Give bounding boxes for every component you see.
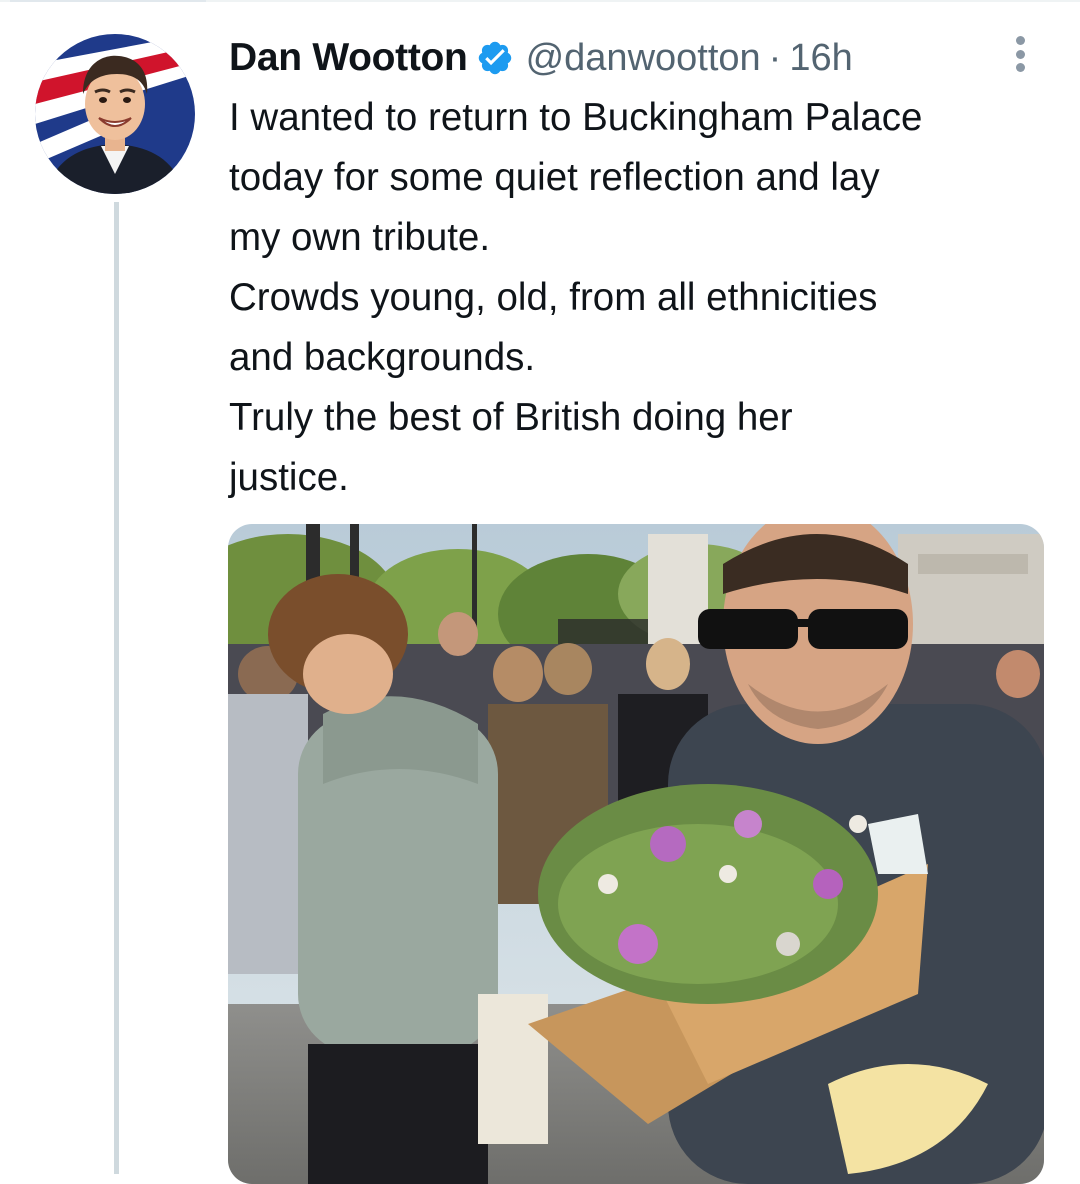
tweet-text: I wanted to return to Buckingham Palace … (229, 88, 1059, 508)
author-display-name[interactable]: Dan Wootton (229, 36, 468, 80)
tweet-text-line: today for some quiet reflection and lay (229, 156, 880, 199)
author-handle[interactable]: @danwootton (526, 37, 761, 80)
avatar-image (35, 34, 195, 194)
more-dot (1015, 63, 1025, 72)
verified-badge-icon (476, 39, 514, 77)
separator-dot: · (768, 36, 782, 79)
top-divider-accent (10, 0, 206, 2)
tweet-text-line: Truly the best of British doing her (229, 396, 793, 439)
tweet-media-photo[interactable] (228, 524, 1044, 1184)
tweet-timestamp[interactable]: 16h (789, 37, 852, 80)
tweet-text-line: my own tribute. (229, 216, 491, 259)
thread-line (114, 202, 119, 1174)
tweet-text-line: Crowds young, old, from all ethnicities (229, 276, 878, 319)
tweet-text-line: and backgrounds. (229, 336, 536, 379)
tweet-header: Dan Wootton @danwootton · 16h (229, 34, 853, 82)
more-options-icon[interactable] (1005, 34, 1035, 74)
tweet-text-line: justice. (229, 456, 349, 499)
tweet-text-line: I wanted to return to Buckingham Palace (229, 96, 923, 139)
more-dot (1015, 36, 1025, 45)
media-photo-image (228, 524, 1044, 1184)
avatar[interactable] (35, 34, 195, 194)
more-dot (1015, 49, 1025, 59)
